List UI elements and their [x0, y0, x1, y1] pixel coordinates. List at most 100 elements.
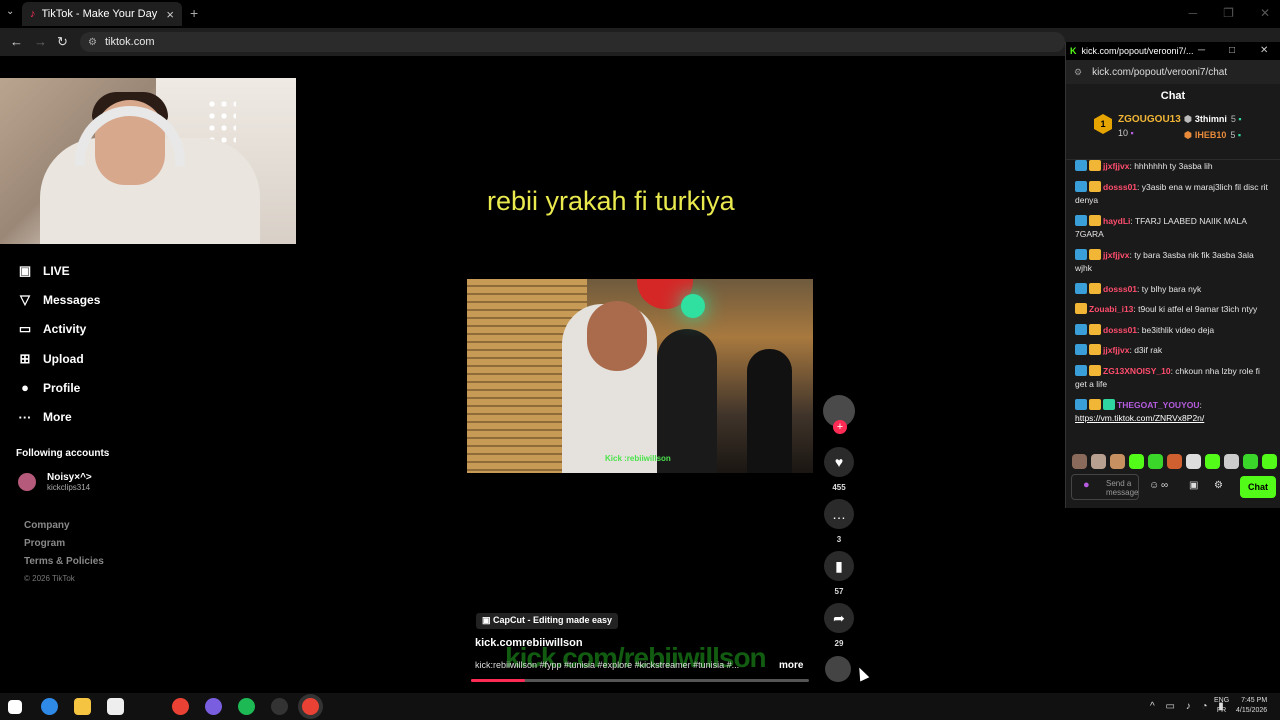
sidebar-item-more[interactable]: ··· More — [16, 402, 100, 431]
chat-send-button[interactable]: Chat — [1240, 476, 1276, 498]
leader-name: IHEB10 — [1194, 130, 1227, 140]
store-icon[interactable]: ▣ — [1189, 480, 1198, 491]
creator-avatar[interactable]: + — [823, 395, 855, 434]
emote-icon[interactable] — [1167, 454, 1182, 469]
back-icon[interactable]: ← — [10, 34, 23, 49]
sidebar-item-label: More — [43, 410, 72, 425]
emote-icon[interactable] — [1129, 454, 1144, 469]
follow-plus-icon[interactable]: + — [833, 420, 847, 434]
sidebar-item-live[interactable]: ▣ LIVE — [16, 256, 100, 285]
chat-input[interactable]: ● Send a message — [1071, 474, 1139, 500]
emote-icon[interactable] — [1243, 454, 1258, 469]
emote-icon[interactable] — [1205, 454, 1220, 469]
vip-badge-icon — [1089, 398, 1101, 410]
language-indicator[interactable]: ENG FR — [1214, 696, 1229, 716]
settings-icon[interactable]: ⚙ — [1214, 480, 1223, 491]
chrome-icon[interactable] — [172, 698, 189, 715]
chat-message: haydLi: TFARJ LAABED NAIIK MALA 7GARA — [1075, 214, 1247, 239]
footer-link-program[interactable]: Program — [24, 538, 104, 556]
footer-link-company[interactable]: Company — [24, 520, 104, 538]
following-account[interactable]: Noisy×^> kickclips314 — [18, 472, 92, 492]
emote-icon[interactable] — [1110, 454, 1125, 469]
chat-username[interactable]: Zouabi_i13 — [1089, 304, 1133, 314]
chat-message: Zouabi_i13: t9oul ki atfel el 9amar t3ic… — [1075, 303, 1273, 317]
footer-link-terms[interactable]: Terms & Policies — [24, 556, 104, 574]
discord-icon[interactable] — [205, 698, 222, 715]
chat-message: dosss01: ty blhy bara nyk — [1075, 282, 1273, 297]
windows-taskbar: ^ ▭ ♪ ◔ ▮ ENG FR 7:45 PM 4/15/2026 — [0, 693, 1280, 720]
chat-input-placeholder: Send a message — [1106, 479, 1139, 497]
chat-text: ty bara 3asba nik fik 3asba 3ala wjhk — [1075, 249, 1254, 274]
video-progress-fill — [471, 679, 526, 682]
video-player[interactable]: Kick :rebiiwillson — [467, 279, 813, 473]
site-info-icon[interactable]: ⚙ — [1074, 67, 1082, 78]
edge-icon[interactable] — [41, 698, 58, 715]
sub-badge-icon — [1075, 248, 1087, 260]
chat-username[interactable]: ZG13XNOISY_10 — [1103, 366, 1171, 376]
emoji-icon[interactable]: ☺ — [1149, 480, 1159, 491]
save-button[interactable]: ▮ — [824, 551, 854, 581]
og-badge-icon — [1103, 398, 1115, 410]
emote-icon[interactable] — [1224, 454, 1239, 469]
chat-link[interactable]: https://vm.tiktok.com/ZNRVx8P2n/ — [1075, 413, 1204, 423]
sidebar-item-upload[interactable]: ⊞ Upload — [16, 344, 100, 373]
chat-username[interactable]: jjxfjjvx — [1103, 161, 1129, 171]
share-button[interactable]: ➦ — [824, 603, 854, 633]
close-tab-icon[interactable]: × — [166, 7, 174, 22]
chat-username[interactable]: jjxfjjvx — [1103, 250, 1129, 260]
file-explorer-icon[interactable] — [74, 698, 91, 715]
comment-count: 3 — [836, 535, 842, 544]
store-icon[interactable] — [107, 698, 124, 715]
sidebar-item-activity[interactable]: ▭ Activity — [16, 315, 100, 344]
chat-username[interactable]: dosss01 — [1103, 325, 1137, 335]
obs-icon[interactable] — [271, 698, 288, 715]
chat-username[interactable]: haydLi — [1103, 216, 1130, 226]
leader-score: 5 — [1230, 130, 1236, 140]
kick-maximize-icon[interactable]: □ — [1229, 45, 1235, 56]
clock[interactable]: 7:45 PM 4/15/2026 — [1236, 696, 1267, 716]
windows-start-icon[interactable] — [8, 700, 22, 714]
sub-badge-icon — [1075, 214, 1087, 226]
save-count: 57 — [834, 587, 844, 596]
chat-header: Chat — [1160, 90, 1186, 102]
emote-icon[interactable] — [1091, 454, 1106, 469]
microphone-icon[interactable]: ● — [1083, 480, 1090, 491]
tab-list-icon[interactable]: ⌄ — [6, 6, 14, 17]
new-tab-button[interactable]: + — [190, 5, 198, 21]
music-disc-avatar[interactable] — [825, 656, 851, 682]
maximize-icon[interactable]: ❐ — [1223, 6, 1234, 20]
comment-button[interactable]: … — [824, 499, 854, 529]
gem-icon: ▪ — [1238, 114, 1242, 124]
kick-window-title: kick.com/popout/verooni7/... — [1081, 46, 1194, 56]
url-field[interactable]: ⚙ tiktok.com — [80, 32, 1065, 52]
sidebar-item-messages[interactable]: ▽ Messages — [16, 285, 100, 314]
reload-icon[interactable]: ↻ — [57, 34, 68, 50]
infinity-icon[interactable]: ∞ — [1161, 480, 1168, 491]
chat-username[interactable]: dosss01 — [1103, 182, 1137, 192]
sidebar-item-profile[interactable]: ● Profile — [16, 373, 100, 402]
site-info-icon[interactable]: ⚙ — [88, 37, 97, 48]
video-progress-bar[interactable] — [471, 679, 809, 682]
capcut-tag[interactable]: ▣ CapCut - Editing made easy — [476, 613, 619, 629]
kick-minimize-icon[interactable]: ─ — [1198, 45, 1205, 56]
emote-icon[interactable] — [1072, 454, 1087, 469]
close-window-icon[interactable]: ✕ — [1260, 6, 1270, 20]
browser-tab-tiktok[interactable]: ♪ TikTok - Make Your Day × — [22, 2, 182, 26]
chat-username[interactable]: THEGOAT_YOUYOU — [1117, 400, 1200, 410]
kick-logo-icon: K — [1070, 46, 1077, 56]
emote-icon[interactable] — [1148, 454, 1163, 469]
forward-icon[interactable]: → — [34, 34, 47, 49]
chat-username[interactable]: jjxfjjvx — [1103, 345, 1129, 355]
chat-text: t9oul ki atfel el 9amar t3ich ntyy — [1138, 304, 1258, 314]
chat-username[interactable]: dosss01 — [1103, 284, 1137, 294]
more-button[interactable]: more — [779, 660, 803, 671]
emote-icon[interactable] — [1186, 454, 1201, 469]
messages-icon: ▽ — [20, 291, 30, 307]
emote-icon[interactable] — [1262, 454, 1277, 469]
kick-close-icon[interactable]: ✕ — [1260, 45, 1268, 56]
like-button[interactable]: ♥ — [824, 447, 854, 477]
minimize-icon[interactable]: ─ — [1189, 6, 1198, 20]
chrome-active-icon[interactable] — [302, 698, 319, 715]
spotify-icon[interactable] — [238, 698, 255, 715]
kick-url-bar[interactable]: ⚙ kick.com/popout/verooni7/chat — [1066, 60, 1280, 84]
